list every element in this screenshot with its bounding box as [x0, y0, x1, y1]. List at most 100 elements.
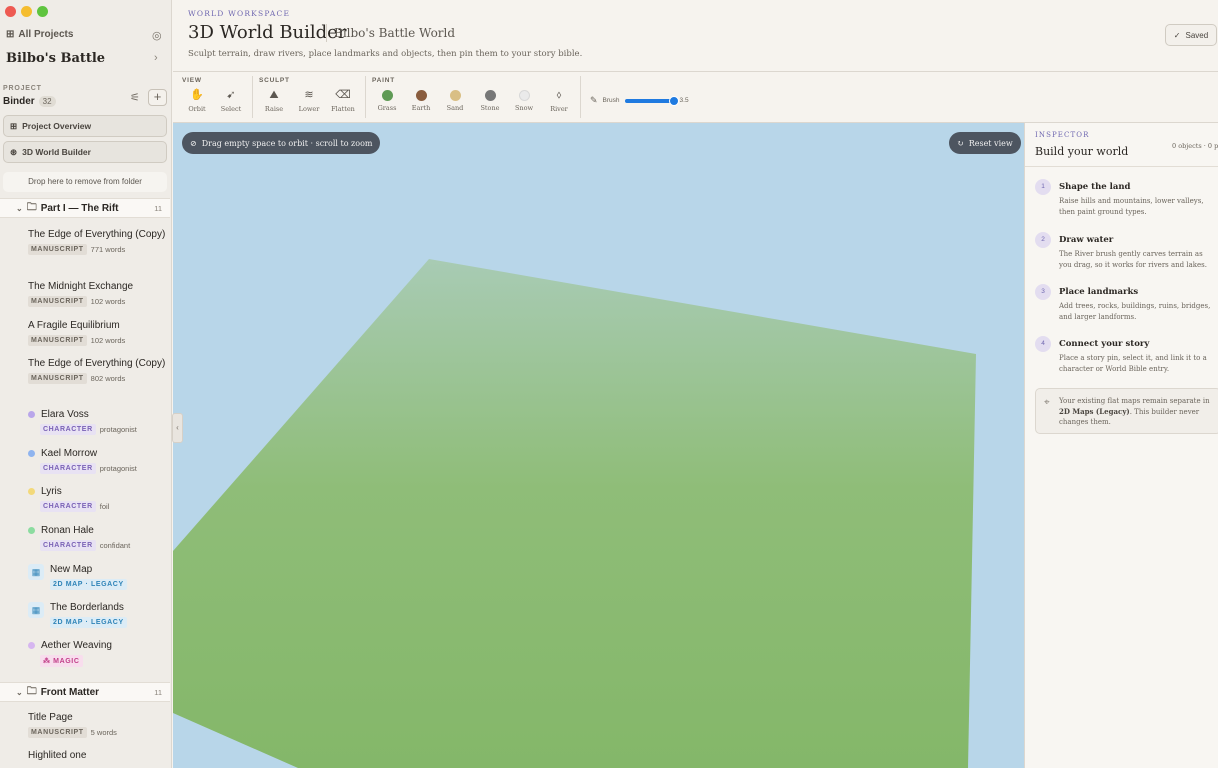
- color-dot: [28, 527, 35, 534]
- list-item[interactable]: The Edge of Everything (Copy) MANUSCRIPT…: [28, 228, 168, 255]
- list-item-character[interactable]: Lyris CHARACTER foil: [28, 486, 168, 512]
- manuscript-tag: MANUSCRIPT: [28, 296, 87, 307]
- doc-title: The Edge of Everything (Copy): [28, 358, 166, 369]
- folder-icon: 🗀: [26, 201, 37, 213]
- brush-size-control: ✎ Brush 3.5: [590, 95, 689, 106]
- step-title: Place landmarks: [1059, 287, 1139, 297]
- saved-button[interactable]: ✓ Saved: [1165, 24, 1217, 46]
- filter-icon[interactable]: ⚟: [130, 91, 140, 104]
- step-number: 1: [1035, 179, 1051, 195]
- toolbar-divider: [365, 76, 366, 118]
- page-subtitle: Sculpt terrain, draw rivers, place landm…: [188, 49, 583, 59]
- map-tag: 2D MAP · LEGACY: [50, 579, 127, 590]
- doc-title: The Midnight Exchange: [28, 281, 134, 292]
- tool-label: Snow: [514, 104, 534, 112]
- world-name[interactable]: Bilbo's Battle World: [334, 26, 455, 40]
- step-description: Add trees, rocks, buildings, ruins, brid…: [1059, 302, 1211, 321]
- brush-value: 3.5: [679, 97, 689, 104]
- slider-thumb[interactable]: [668, 95, 679, 106]
- grid-icon: ⊞: [10, 120, 18, 131]
- step-number: 3: [1035, 284, 1051, 300]
- terrain-canvas[interactable]: [173, 123, 1024, 768]
- paint-earth-tool[interactable]: Earth: [406, 89, 436, 112]
- brush-size-slider[interactable]: [624, 95, 679, 106]
- list-item[interactable]: The Midnight Exchange MANUSCRIPT 102 wor…: [28, 280, 168, 307]
- chevron-right-icon[interactable]: ›: [154, 52, 158, 64]
- step-title: Shape the land: [1059, 182, 1131, 192]
- step-description: Raise hills and mountains, lower valleys…: [1059, 197, 1204, 216]
- folder-count: 11: [154, 687, 162, 697]
- snow-swatch: [518, 90, 530, 101]
- cursor-icon: ➹: [226, 89, 236, 101]
- 3d-viewport[interactable]: ⊘ Drag empty space to orbit · scroll to …: [173, 123, 1024, 768]
- inspector-title: Build your world: [1035, 145, 1129, 158]
- paint-snow-tool[interactable]: Snow: [509, 89, 539, 112]
- list-item[interactable]: Highlited one: [28, 749, 168, 763]
- raise-tool[interactable]: ⛰ Raise: [259, 89, 289, 113]
- map-name: The Borderlands: [50, 602, 124, 613]
- list-item-magic[interactable]: Aether Weaving ⁂ MAGIC: [28, 640, 168, 667]
- list-item[interactable]: The Edge of Everything (Copy) MANUSCRIPT…: [28, 357, 168, 384]
- sidebar: ⊞ All Projects ◎ Bilbo's Battle › PROJEC…: [0, 0, 172, 768]
- folder-icon: 🗀: [26, 685, 37, 697]
- project-overview-button[interactable]: ⊞ Project Overview: [3, 115, 167, 137]
- list-item-character[interactable]: Elara Voss CHARACTER protagonist: [28, 409, 168, 435]
- orbit-hint: ⊘ Drag empty space to orbit · scroll to …: [182, 132, 381, 154]
- folder-front-matter[interactable]: ⌄ 🗀 Front Matter 11: [0, 682, 170, 702]
- list-item-map[interactable]: ▦ The Borderlands 2D MAP · LEGACY: [28, 602, 168, 634]
- word-count: 102 words: [90, 336, 126, 345]
- world-builder-button[interactable]: ⊛ 3D World Builder: [3, 141, 167, 163]
- collapse-sidebar-handle[interactable]: ‹: [172, 413, 183, 443]
- paint-sand-tool[interactable]: Sand: [440, 89, 470, 112]
- minimize-window-button[interactable]: [21, 6, 32, 17]
- tool-label: Flatten: [331, 105, 355, 113]
- river-tool[interactable]: ⬨ River: [544, 89, 574, 113]
- close-window-button[interactable]: [5, 6, 16, 17]
- world-builder-label: 3D World Builder: [22, 147, 91, 157]
- color-dot: [28, 411, 35, 418]
- lower-tool[interactable]: ≋ Lower: [294, 89, 324, 113]
- all-projects-link[interactable]: ⊞ All Projects: [6, 29, 73, 40]
- window-controls: [5, 6, 48, 17]
- select-tool[interactable]: ➹ Select: [216, 89, 246, 113]
- list-item-character[interactable]: Kael Morrow CHARACTER protagonist: [28, 448, 168, 474]
- add-item-button[interactable]: +: [148, 89, 167, 106]
- color-dot: [28, 642, 35, 649]
- project-overview-label: Project Overview: [22, 121, 92, 131]
- character-role: confidant: [99, 541, 131, 550]
- sand-swatch: [449, 90, 461, 101]
- list-item-map[interactable]: ▦ New Map 2D MAP · LEGACY: [28, 564, 168, 596]
- reset-icon: ↻: [957, 138, 964, 148]
- list-item[interactable]: Title Page MANUSCRIPT 5 words: [28, 711, 168, 738]
- step-title: Draw water: [1059, 235, 1114, 245]
- globe-icon: ⊛: [10, 146, 18, 157]
- workspace-eyebrow: WORLD WORKSPACE: [188, 9, 291, 18]
- flatten-tool[interactable]: ⌫ Flatten: [328, 89, 358, 113]
- brush-icon: ✎: [590, 95, 598, 105]
- folder-part-one[interactable]: ⌄ 🗀 Part I — The Rift 11: [0, 198, 170, 218]
- doc-title: The Edge of Everything (Copy): [28, 229, 166, 240]
- chevron-down-icon[interactable]: ⌄: [16, 688, 23, 697]
- inspector-divider: [1025, 166, 1218, 167]
- paint-grass-tool[interactable]: Grass: [372, 89, 402, 112]
- folder-count: 11: [154, 203, 162, 213]
- paint-stone-tool[interactable]: Stone: [475, 89, 505, 112]
- tool-label: Orbit: [188, 105, 206, 113]
- doc-title: A Fragile Equilibrium: [28, 320, 120, 331]
- list-item[interactable]: A Fragile Equilibrium MANUSCRIPT 102 wor…: [28, 319, 168, 346]
- palette-icon[interactable]: ◎: [152, 29, 162, 42]
- reset-view-button[interactable]: ↻ Reset view: [949, 132, 1021, 154]
- terrain-plane[interactable]: [173, 259, 976, 768]
- orbit-tool[interactable]: ✋ Orbit: [182, 89, 212, 113]
- character-tag: CHARACTER: [40, 463, 96, 474]
- chevron-down-icon[interactable]: ⌄: [16, 204, 23, 213]
- character-name: Lyris: [41, 486, 62, 497]
- compass-icon: ⊘: [190, 138, 197, 148]
- zoom-window-button[interactable]: [37, 6, 48, 17]
- list-item-character[interactable]: Ronan Hale CHARACTER confidant: [28, 525, 168, 551]
- project-title[interactable]: Bilbo's Battle: [6, 51, 105, 66]
- drop-zone[interactable]: Drop here to remove from folder: [3, 172, 167, 192]
- tool-label: Lower: [298, 105, 320, 113]
- map-pin-icon: ⌖: [1044, 397, 1050, 408]
- magic-tag: ⁂ MAGIC: [40, 655, 83, 667]
